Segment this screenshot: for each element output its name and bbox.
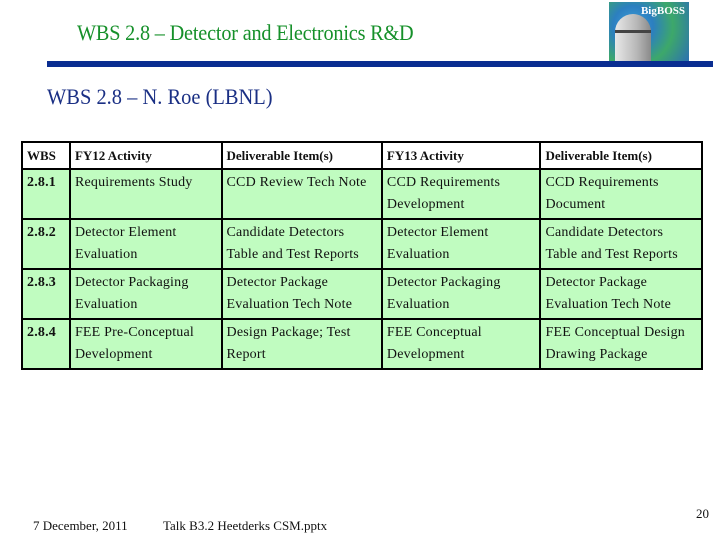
table-row: 2.8.4 FEE Pre-Conceptual Development Des… [21,318,703,370]
slide-subtitle: WBS 2.8 – N. Roe (LBNL) [47,84,273,109]
table-header-row: WBS FY12 Activity Deliverable Item(s) FY… [21,141,703,170]
cell-fy12-deliverable: Candidate Detectors Table and Test Repor… [220,218,383,270]
cell-wbs: 2.8.1 [21,168,71,220]
cell-fy13-deliverable: Detector Package Evaluation Tech Note [539,268,703,320]
cell-fy12-activity: FEE Pre-Conceptual Development [68,318,223,370]
cell-fy13-activity: CCD Requirements Development [380,168,542,220]
cell-fy13-deliverable: FEE Conceptual Design Drawing Package [539,318,703,370]
telescope-dome-icon [615,14,651,62]
cell-fy13-activity: FEE Conceptual Development [380,318,542,370]
cell-fy12-deliverable: Detector Package Evaluation Tech Note [220,268,383,320]
cell-fy13-activity: Detector Element Evaluation [380,218,542,270]
title-divider [47,61,713,67]
wbs-table: WBS FY12 Activity Deliverable Item(s) FY… [21,141,703,370]
cell-fy13-deliverable: CCD Requirements Document [539,168,703,220]
cell-fy13-activity: Detector Packaging Evaluation [380,268,542,320]
cell-wbs: 2.8.2 [21,218,71,270]
footer-date: 7 December, 2011 [33,518,128,533]
page-number: 20 [696,506,709,521]
cell-wbs: 2.8.3 [21,268,71,320]
cell-fy12-activity: Detector Packaging Evaluation [68,268,223,320]
dome-band [615,30,651,33]
table-row: 2.8.3 Detector Packaging Evaluation Dete… [21,268,703,320]
bigboss-logo: BigBOSS [609,2,689,62]
header-fy13-activity: FY13 Activity [380,141,542,170]
cell-fy12-deliverable: Design Package; Test Report [220,318,383,370]
cell-fy12-activity: Requirements Study [68,168,223,220]
cell-wbs: 2.8.4 [21,318,71,370]
footer-filename: Talk B3.2 Heetderks CSM.pptx [163,518,328,533]
cell-fy12-deliverable: CCD Review Tech Note [220,168,383,220]
cell-fy12-activity: Detector Element Evaluation [68,218,223,270]
header-fy12-deliverable: Deliverable Item(s) [220,141,383,170]
cell-fy13-deliverable: Candidate Detectors Table and Test Repor… [539,218,703,270]
logo-text: BigBOSS [640,5,685,17]
header-fy13-deliverable: Deliverable Item(s) [539,141,703,170]
header-fy12-activity: FY12 Activity [68,141,223,170]
table-row: 2.8.1 Requirements Study CCD Review Tech… [21,168,703,220]
slide-title: WBS 2.8 – Detector and Electronics R&D [77,20,414,45]
header-wbs: WBS [21,141,71,170]
table-row: 2.8.2 Detector Element Evaluation Candid… [21,218,703,270]
